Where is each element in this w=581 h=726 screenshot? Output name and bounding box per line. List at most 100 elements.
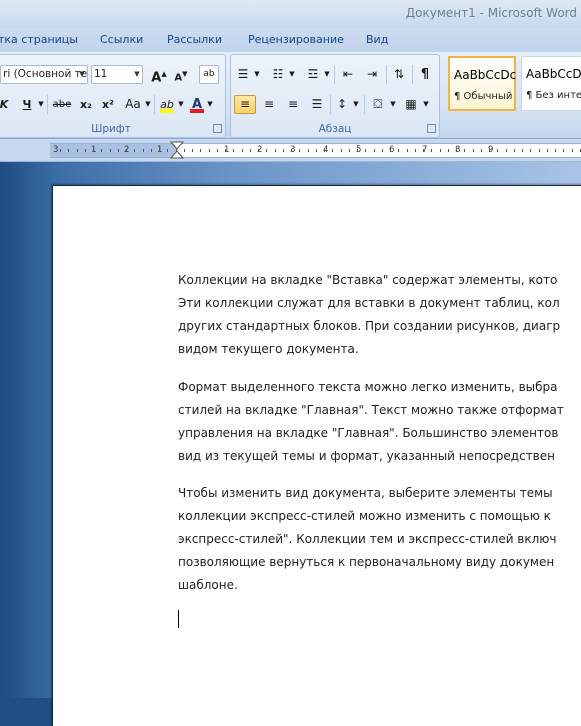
ruler-tick	[93, 149, 94, 152]
strikethrough-button[interactable]: abe	[50, 95, 74, 114]
paint-bucket-icon: ⛋	[373, 97, 383, 111]
superscript-icon: x²	[102, 98, 114, 111]
align-center-button[interactable]: ≡	[258, 95, 280, 114]
numbered-list-icon: ☷	[272, 67, 284, 81]
font-color-button[interactable]: A	[189, 95, 205, 114]
borders-button[interactable]: ▦	[401, 95, 421, 114]
font-size-value: 11	[94, 68, 108, 80]
font-name-value: ri (Основной те	[3, 68, 88, 80]
chevron-down-icon[interactable]: ▼	[144, 95, 152, 114]
paragraph-group: ☰ ▼ ☷ ▼ ☲ ▼ ⇤ ⇥ ⇅ ¶ ≡ ≡ ≡ ☰ ↕ ▼ ⛋ ▼ ▦ ▼ …	[230, 54, 440, 138]
paragraph-1[interactable]: Коллекции на вкладке "Вставка" содержат …	[178, 269, 581, 361]
ruler-tick	[480, 149, 482, 152]
text-line: Эти коллекции служат для вставки в докум…	[178, 296, 560, 310]
chevron-down-icon[interactable]: ▼	[77, 66, 87, 83]
grow-font-button[interactable]: A▲	[150, 65, 168, 85]
font-size-box[interactable]: 11 ▼	[91, 65, 143, 84]
highlight-button[interactable]: ab	[158, 95, 176, 114]
justify-button[interactable]: ☰	[306, 95, 328, 114]
align-left-button[interactable]: ≡	[234, 95, 256, 114]
tab-references[interactable]: Ссылки	[100, 33, 143, 46]
paragraph-group-label: Абзац	[318, 123, 352, 135]
ruler-tick	[60, 149, 61, 152]
chevron-down-icon[interactable]: ▼	[206, 95, 214, 114]
window-title: Документ1 - Microsoft Word	[405, 6, 577, 20]
ruler-tick	[159, 149, 160, 152]
decrease-indent-button[interactable]: ⇤	[337, 65, 359, 84]
highlight-swatch	[160, 109, 174, 113]
paragraph-3[interactable]: Чтобы изменить вид документа, выберите э…	[178, 482, 581, 597]
show-formatting-button[interactable]: ¶	[415, 65, 435, 84]
ruler-tick	[84, 149, 86, 152]
paragraph-2[interactable]: Формат выделенного текста можно легко из…	[178, 376, 581, 468]
chevron-down-icon[interactable]: ▼	[253, 65, 261, 84]
chevron-down-icon[interactable]: ▼	[177, 95, 185, 114]
tab-page-layout[interactable]: тка страницы	[0, 33, 78, 46]
divider	[412, 65, 413, 84]
ruler-tick	[208, 149, 210, 152]
style-sample: AaBbCcDc	[526, 67, 581, 81]
underline-dropdown-icon[interactable]: ▼	[37, 95, 45, 114]
dialog-launcher-icon[interactable]	[427, 124, 436, 133]
clear-format-button[interactable]: ab	[199, 65, 219, 84]
chevron-down-icon[interactable]: ▼	[132, 66, 142, 83]
change-case-button[interactable]: Aa	[122, 95, 144, 114]
borders-icon: ▦	[405, 97, 417, 111]
ruler-tick	[340, 149, 342, 152]
italic-button[interactable]: K	[0, 95, 9, 114]
increase-indent-button[interactable]: ⇥	[361, 65, 383, 84]
bullets-button[interactable]: ☰	[234, 65, 252, 84]
text-line: управления на вкладке "Главная". Большин…	[178, 426, 559, 440]
text-line: Коллекции на вкладке "Вставка" содержат …	[178, 273, 558, 287]
ruler-tick	[109, 149, 111, 152]
ruler-tick	[381, 149, 383, 152]
ruler-tick	[522, 149, 523, 152]
ruler-tick	[117, 149, 119, 152]
ruler-tick	[530, 149, 532, 152]
text-line: позволяющие вернуться к первоначальному …	[178, 555, 555, 569]
ruler-tick	[299, 149, 301, 152]
dialog-launcher-icon[interactable]	[213, 124, 222, 133]
style-normal[interactable]: AaBbCcDc ¶ Обычный	[448, 56, 516, 111]
horizontal-ruler[interactable]: 3 1 2 1 1 2 3 4 5 6 7 8 9	[50, 143, 581, 158]
chevron-down-icon[interactable]: ▼	[422, 95, 430, 114]
tab-view[interactable]: Вид	[366, 33, 388, 46]
subscript-button[interactable]: x₂	[76, 95, 96, 114]
font-name-box[interactable]: ri (Основной те ▼	[0, 65, 88, 84]
ruler-tick	[101, 149, 103, 152]
numbering-button[interactable]: ☷	[269, 65, 287, 84]
ruler-tick	[200, 149, 202, 152]
ruler-tick	[357, 149, 358, 152]
subscript-icon: x₂	[80, 98, 92, 111]
chevron-down-icon[interactable]: ▼	[352, 95, 360, 114]
ribbon-tabs: тка страницы Ссылки Рассылки Рецензирова…	[0, 28, 581, 52]
sort-button[interactable]: ⇅	[389, 65, 409, 84]
ruler-tick	[192, 149, 193, 152]
text-line: экспресс-стилей". Коллекции тем и экспре…	[178, 532, 557, 546]
divider	[47, 95, 48, 114]
ruler-tick	[414, 149, 416, 152]
indent-marker-icon[interactable]	[170, 141, 184, 160]
line-spacing-button[interactable]: ↕	[333, 95, 351, 114]
chevron-down-icon[interactable]: ▼	[288, 65, 296, 84]
chevron-down-icon[interactable]: ▼	[323, 65, 331, 84]
ruler-tick	[456, 149, 457, 152]
ruler-tick	[266, 149, 268, 152]
divider	[364, 95, 365, 114]
tab-review[interactable]: Рецензирование	[248, 33, 344, 46]
tab-mailings[interactable]: Рассылки	[167, 33, 222, 46]
shrink-font-button[interactable]: A▼	[172, 65, 190, 84]
underline-button[interactable]: Ч	[19, 95, 35, 114]
superscript-button[interactable]: x²	[98, 95, 118, 114]
ruler-tick	[348, 149, 350, 152]
text-cursor	[178, 610, 179, 628]
divider	[154, 95, 155, 114]
chevron-down-icon[interactable]: ▼	[389, 95, 397, 114]
shading-button[interactable]: ⛋	[368, 95, 388, 114]
style-no-spacing[interactable]: AaBbCcDc ¶ Без инте...	[521, 56, 581, 111]
ruler-tick	[406, 149, 408, 152]
align-right-button[interactable]: ≡	[282, 95, 304, 114]
multilevel-list-button[interactable]: ☲	[304, 65, 322, 84]
ruler-tick	[225, 149, 226, 152]
align-center-icon: ≡	[263, 97, 275, 111]
